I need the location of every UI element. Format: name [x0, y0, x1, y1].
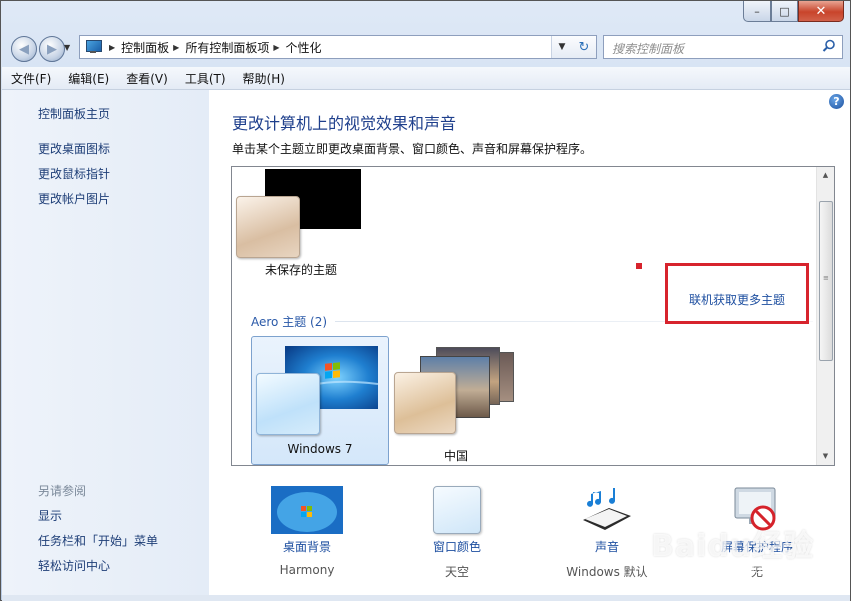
- close-button[interactable]: ✕: [798, 1, 844, 22]
- windows7-color-preview: [256, 373, 320, 435]
- explorer-window: – □ ✕ ◀ ▶ ▼ ▶ 控制面板 ▶ 所有控制面板项 ▶ 个性化 ▼ ↻ 搜…: [0, 0, 851, 601]
- refresh-icon[interactable]: ↻: [579, 40, 590, 55]
- link-change-account-picture[interactable]: 更改帐户图片: [38, 190, 110, 207]
- desktop-background-value: Harmony: [279, 563, 335, 577]
- control-panel-icon: [85, 40, 102, 54]
- forward-arrow-icon: ▶: [47, 41, 57, 57]
- sound-value: Windows 默认: [566, 565, 648, 579]
- link-change-mouse-pointers[interactable]: 更改鼠标指针: [38, 165, 110, 182]
- menu-view[interactable]: 查看(V): [117, 70, 176, 87]
- desktop-background-setting[interactable]: 桌面背景 Harmony: [237, 486, 377, 577]
- address-actions: ▼ ↻: [551, 36, 596, 58]
- forward-button[interactable]: ▶: [39, 36, 65, 62]
- content-area: ? 更改计算机上的视觉效果和声音 单击某个主题立即更改桌面背景、窗口颜色、声音和…: [209, 90, 850, 595]
- highlight-marker: [636, 263, 642, 269]
- see-also-heading: 另请参阅: [38, 484, 87, 498]
- menu-tools[interactable]: 工具(T): [176, 70, 234, 87]
- theme-color-preview: [236, 196, 300, 258]
- task-pane: 控制面板主页 更改桌面图标 更改鼠标指针 更改帐户图片 另请参阅 显示 任务栏和…: [2, 90, 209, 595]
- theme-list-scrollbar[interactable]: ▲ ≡ ▼: [816, 167, 834, 465]
- back-arrow-icon: ◀: [19, 41, 29, 57]
- link-ease-of-access[interactable]: 轻松访问中心: [38, 557, 110, 574]
- page-description: 单击某个主题立即更改桌面背景、窗口颜色、声音和屏幕保护程序。: [232, 142, 593, 156]
- highlight-box: [665, 263, 809, 324]
- window-color-value: 天空: [444, 565, 469, 579]
- address-dropdown-icon[interactable]: ▼: [559, 42, 566, 52]
- link-display[interactable]: 显示: [38, 507, 62, 524]
- address-bar[interactable]: ▶ 控制面板 ▶ 所有控制面板项 ▶ 个性化 ▼ ↻: [79, 35, 597, 59]
- breadcrumb-control-panel[interactable]: 控制面板: [121, 39, 169, 56]
- menu-file[interactable]: 文件(F): [2, 70, 59, 87]
- menu-edit[interactable]: 编辑(E): [59, 70, 117, 87]
- navigation-bar: ◀ ▶ ▼ ▶ 控制面板 ▶ 所有控制面板项 ▶ 个性化 ▼ ↻ 搜索控制面板: [1, 31, 850, 65]
- unsaved-theme-tile[interactable]: [236, 169, 366, 265]
- breadcrumb-all-items[interactable]: 所有控制面板项: [185, 39, 269, 56]
- baidu-watermark-url: jingyan.baidu.com: [687, 563, 789, 576]
- recent-pages-dropdown-icon[interactable]: ▼: [64, 43, 70, 52]
- page-title: 更改计算机上的视觉效果和声音: [232, 114, 457, 133]
- scroll-up-icon[interactable]: ▲: [817, 167, 834, 184]
- chevron-right-icon[interactable]: ▶: [173, 43, 179, 52]
- theme-china[interactable]: [392, 342, 516, 438]
- theme-china-label: 中国: [443, 449, 468, 463]
- minimize-button[interactable]: –: [743, 1, 771, 22]
- menu-help[interactable]: 帮助(H): [234, 70, 293, 87]
- link-taskbar-start-menu[interactable]: 任务栏和「开始」菜单: [38, 532, 158, 549]
- window-color-link[interactable]: 窗口颜色: [387, 538, 527, 555]
- search-placeholder: 搜索控制面板: [612, 42, 685, 56]
- theme-windows7[interactable]: Windows 7: [251, 336, 389, 465]
- back-button[interactable]: ◀: [11, 36, 37, 62]
- baidu-watermark: Baidu经验: [651, 529, 815, 564]
- chevron-right-icon[interactable]: ▶: [273, 43, 279, 52]
- scroll-down-icon[interactable]: ▼: [817, 448, 834, 465]
- desktop-background-link[interactable]: 桌面背景: [237, 538, 377, 555]
- china-color-preview: [394, 372, 456, 434]
- breadcrumb-personalization[interactable]: 个性化: [286, 39, 322, 56]
- window-bottom-edge: [2, 595, 850, 601]
- menu-bar: 文件(F) 编辑(E) 查看(V) 工具(T) 帮助(H): [2, 67, 850, 90]
- search-box[interactable]: 搜索控制面板: [603, 35, 843, 59]
- unsaved-theme-label: 未保存的主题: [264, 263, 337, 277]
- aero-group-header: Aero 主题 (2): [251, 315, 328, 329]
- search-icon[interactable]: [822, 39, 836, 53]
- window-controls: – □ ✕: [743, 1, 844, 22]
- chevron-right-icon[interactable]: ▶: [109, 43, 115, 52]
- maximize-button[interactable]: □: [771, 1, 798, 22]
- sound-icon: [583, 488, 631, 530]
- window-color-icon: [433, 486, 481, 534]
- scroll-thumb[interactable]: ≡: [819, 201, 833, 361]
- desktop-background-icon: [271, 486, 343, 534]
- theme-windows7-label: Windows 7: [287, 442, 353, 456]
- link-change-desktop-icons[interactable]: 更改桌面图标: [38, 140, 110, 157]
- link-control-panel-home[interactable]: 控制面板主页: [38, 105, 110, 122]
- help-icon[interactable]: ?: [829, 94, 844, 109]
- window-color-setting[interactable]: 窗口颜色 天空: [387, 486, 527, 580]
